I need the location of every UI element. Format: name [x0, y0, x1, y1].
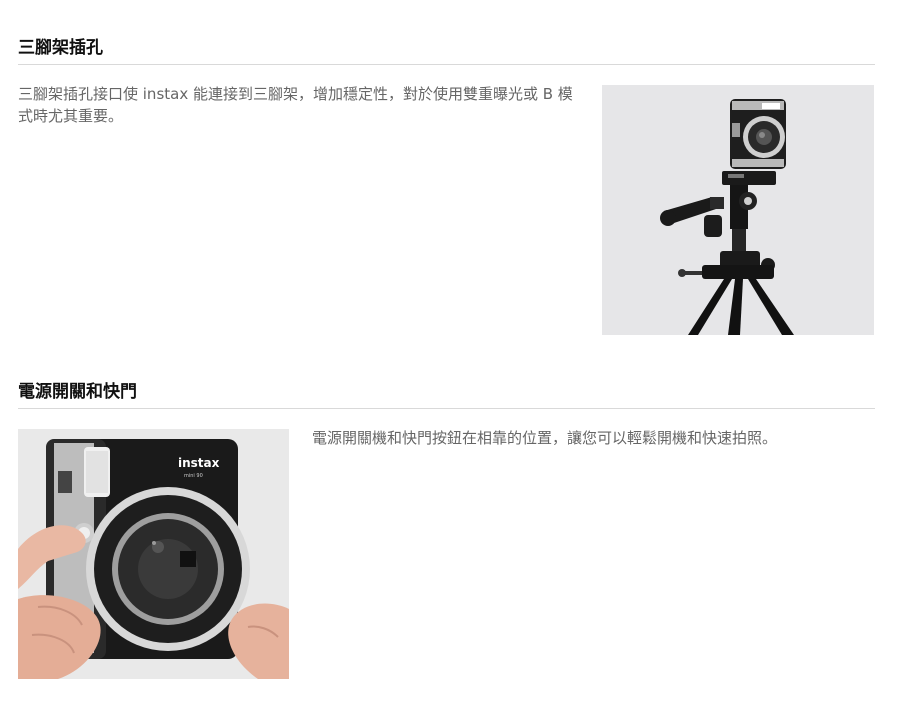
- tripod-camera-illustration: [602, 85, 874, 335]
- hands-camera-image: instax mini 90: [18, 429, 289, 679]
- camera-model-text: mini 90: [184, 473, 203, 479]
- section-description: 電源開關機和快門按鈕在相靠的位置，讓您可以輕鬆開機和快速拍照。: [312, 429, 778, 447]
- camera-brand-text: instax: [178, 456, 220, 470]
- section-tripod-socket: 三腳架插孔 三腳架插孔接口使 instax 能連接到三腳架，增加穩定性，對於使用…: [18, 36, 875, 337]
- section-power-shutter: 電源開關和快門 instax mini 90 電源開關機和快門按鈕在相靠的位置，…: [18, 380, 875, 695]
- section-body: 三腳架插孔接口使 instax 能連接到三腳架，增加穩定性，對於使用雙重曝光或 …: [18, 83, 875, 337]
- section-description: 三腳架插孔接口使 instax 能連接到三腳架，增加穩定性，對於使用雙重曝光或 …: [18, 85, 573, 125]
- tripod-camera-image: [602, 85, 874, 335]
- section-title: 三腳架插孔: [18, 36, 875, 65]
- hands-camera-illustration: instax mini 90: [18, 429, 289, 679]
- section-title: 電源開關和快門: [18, 380, 875, 409]
- section-body: instax mini 90 電源開關機和快門按鈕在相靠的位置，讓您可以輕鬆開機…: [18, 427, 875, 695]
